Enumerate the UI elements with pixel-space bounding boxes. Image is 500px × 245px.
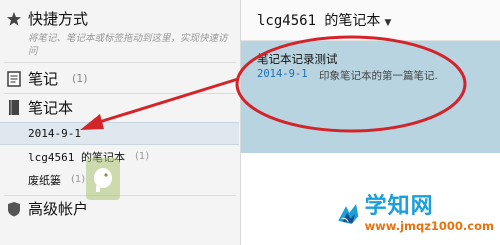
note-list-header[interactable]: lcg4561 的笔记本 ▼ — [241, 0, 500, 41]
watermark-logo — [338, 203, 359, 225]
notebook-item-2014-9-1[interactable]: 2014-9-1 — [0, 122, 239, 145]
sidebar: 快捷方式 将笔记、笔记本或标签拖动到这里，实现快速访问 笔记 (1) 笔记本 2… — [0, 0, 241, 245]
notes-count: (1) — [72, 72, 88, 85]
sidebar-item-notes[interactable]: 笔记 (1) — [0, 68, 240, 89]
star-icon — [0, 11, 28, 27]
premium-title: 高级帐户 — [28, 200, 89, 218]
divider — [4, 93, 236, 94]
watermark-name: 学知网 — [364, 194, 434, 219]
note-title: 笔记本记录测试 — [257, 52, 338, 66]
notes-title: 笔记 — [28, 70, 59, 88]
notebook-count: (1) — [71, 174, 86, 185]
notebook-label: 废纸篓 — [28, 173, 61, 187]
premium-icon — [0, 201, 28, 217]
watermark-url: www.jmqz1000.com — [364, 219, 494, 233]
elephant-icon — [86, 158, 120, 200]
shortcuts-title: 快捷方式 — [28, 10, 89, 28]
notebook-label: 2014-9-1 — [28, 127, 81, 140]
notebook-title[interactable]: lcg4561 的笔记本 ▼ — [257, 10, 391, 30]
caret-down-icon[interactable]: ▼ — [384, 18, 391, 28]
shortcuts-header[interactable]: 快捷方式 — [0, 8, 240, 29]
watermark: 学知网 www.jmqz1000.com — [336, 189, 494, 239]
shortcuts-hint: 将笔记、笔记本或标签拖动到这里，实现快速访问 — [28, 33, 228, 57]
notebooks-header[interactable]: 笔记本 — [0, 97, 240, 118]
divider — [4, 195, 236, 196]
notebooks-title: 笔记本 — [28, 99, 74, 117]
divider — [4, 62, 236, 63]
note-snippet: 印象笔记本的第一篇笔记. — [319, 70, 438, 82]
note-icon — [0, 70, 28, 87]
notebook-icon — [0, 99, 28, 116]
note-card-selected[interactable]: 笔记本记录测试 2014-9-1 印象笔记本的第一篇笔记. — [241, 41, 500, 153]
sidebar-item-premium[interactable]: 高级帐户 — [0, 198, 240, 219]
note-date: 2014-9-1 — [257, 68, 308, 80]
notebook-count: (1) — [134, 151, 150, 162]
